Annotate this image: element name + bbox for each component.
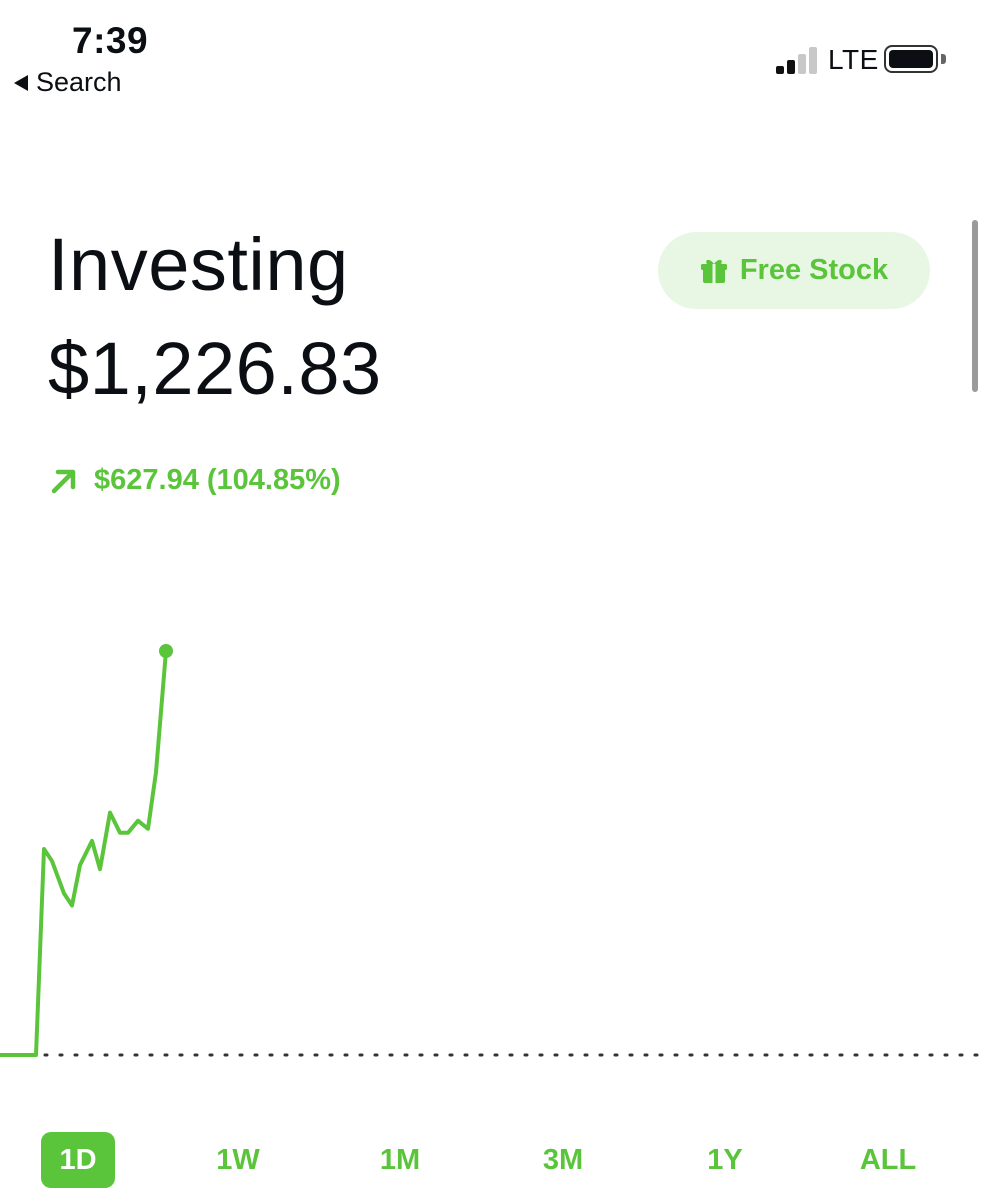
arrow-up-right-icon: [51, 469, 76, 493]
current-value-dot: [159, 644, 173, 658]
scrollbar[interactable]: [972, 220, 978, 392]
battery-cap: [941, 54, 946, 64]
change-value: $627.94 (104.85%): [94, 464, 341, 496]
range-tab-1d[interactable]: 1D: [41, 1132, 115, 1188]
time-range-tabs: 1D 1W 1M 3M 1Y ALL: [0, 1132, 982, 1192]
network-type: LTE: [828, 44, 879, 75]
range-tab-3m[interactable]: 3M: [518, 1132, 608, 1188]
portfolio-chart[interactable]: [0, 560, 982, 1100]
portfolio-value-line: [0, 649, 168, 1057]
back-to-search-link[interactable]: Search: [14, 67, 122, 98]
range-tab-1w[interactable]: 1W: [193, 1132, 283, 1188]
signal-strength-icon: [776, 44, 822, 74]
range-tab-1m[interactable]: 1M: [355, 1132, 445, 1188]
page-title: Investing: [48, 223, 349, 306]
free-stock-button[interactable]: Free Stock: [658, 232, 930, 309]
portfolio-balance: $1,226.83: [48, 327, 382, 410]
status-bar: 7:39 Search LTE: [0, 0, 982, 110]
range-tab-all[interactable]: ALL: [843, 1132, 933, 1188]
portfolio-change: $627.94 (104.85%): [50, 464, 341, 497]
clock: 7:39: [72, 20, 149, 61]
range-tab-1y[interactable]: 1Y: [680, 1132, 770, 1188]
back-arrow-icon: [14, 74, 28, 91]
back-link-label: Search: [36, 67, 122, 97]
battery-icon: [884, 45, 938, 73]
gift-icon: [700, 259, 727, 283]
free-stock-label: Free Stock: [739, 254, 889, 286]
